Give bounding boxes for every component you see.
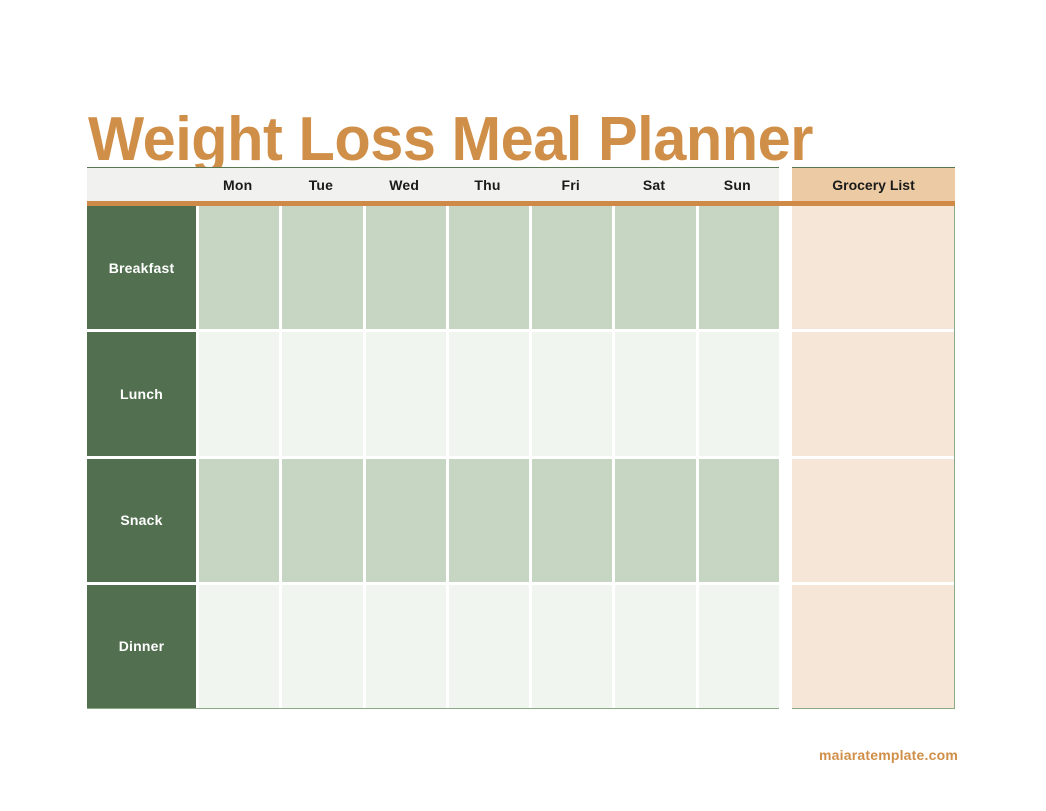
grocery-cell-4[interactable]	[792, 584, 954, 708]
row-label-dinner: Dinner	[87, 584, 196, 708]
grocery-list-column: Grocery List	[792, 167, 955, 709]
cell-lunch-sat[interactable]	[615, 332, 696, 456]
row-label-lunch: Lunch	[87, 332, 196, 456]
row-label-breakfast: Breakfast	[87, 206, 196, 330]
cell-lunch-fri[interactable]	[532, 332, 613, 456]
cell-snack-fri[interactable]	[532, 458, 613, 582]
cell-breakfast-wed[interactable]	[365, 206, 446, 330]
row-cells-breakfast	[199, 206, 779, 330]
day-header-sat: Sat	[642, 176, 666, 193]
cell-dinner-mon[interactable]	[199, 584, 280, 708]
day-header-sun: Sun	[723, 176, 751, 193]
cell-lunch-mon[interactable]	[199, 332, 280, 456]
table-body: Breakfast Lunch Snack Dinner	[87, 206, 779, 709]
cell-lunch-wed[interactable]	[365, 332, 446, 456]
cell-dinner-thu[interactable]	[448, 584, 530, 708]
day-header-group: Mon Tue Wed Thu Fri Sat Sun	[196, 168, 779, 201]
cell-breakfast-thu[interactable]	[448, 206, 530, 330]
footer-credit: maiaratemplate.com	[819, 747, 958, 763]
cell-breakfast-tue[interactable]	[282, 206, 363, 330]
day-header-wed: Wed	[389, 176, 420, 193]
page-title: Weight Loss Meal Planner	[88, 104, 813, 174]
row-cells-snack	[199, 458, 779, 582]
cell-dinner-sun[interactable]	[698, 584, 779, 708]
cell-lunch-sun[interactable]	[698, 332, 779, 456]
table-row-snack: Snack	[87, 458, 779, 582]
cell-snack-sat[interactable]	[615, 458, 696, 582]
header-corner-cell	[87, 168, 196, 201]
cell-dinner-tue[interactable]	[282, 584, 363, 708]
grocery-list-body	[792, 206, 955, 709]
cell-snack-mon[interactable]	[199, 458, 280, 582]
cell-dinner-fri[interactable]	[532, 584, 613, 708]
cell-breakfast-sat[interactable]	[615, 206, 696, 330]
grocery-cell-3[interactable]	[792, 458, 954, 582]
day-header-mon: Mon	[222, 176, 253, 193]
row-cells-dinner	[199, 584, 779, 708]
grocery-cell-1[interactable]	[792, 206, 954, 330]
cell-dinner-sat[interactable]	[615, 584, 696, 708]
cell-snack-sun[interactable]	[698, 458, 779, 582]
cell-breakfast-fri[interactable]	[532, 206, 613, 330]
table-row-breakfast: Breakfast	[87, 206, 779, 330]
table-row-lunch: Lunch	[87, 332, 779, 456]
cell-breakfast-mon[interactable]	[199, 206, 280, 330]
day-header-thu: Thu	[474, 176, 501, 193]
table-row-dinner: Dinner	[87, 584, 779, 708]
weekly-schedule-table: Mon Tue Wed Thu Fri Sat Sun Breakfast Lu…	[87, 167, 779, 709]
cell-lunch-tue[interactable]	[282, 332, 363, 456]
cell-snack-thu[interactable]	[448, 458, 530, 582]
grocery-list-header: Grocery List	[792, 167, 955, 201]
cell-breakfast-sun[interactable]	[698, 206, 779, 330]
day-header-tue: Tue	[308, 176, 334, 193]
table-header-row: Mon Tue Wed Thu Fri Sat Sun	[87, 167, 779, 201]
day-header-fri: Fri	[561, 176, 581, 193]
row-label-snack: Snack	[87, 458, 196, 582]
cell-dinner-wed[interactable]	[365, 584, 446, 708]
meal-planner-grid: Mon Tue Wed Thu Fri Sat Sun Breakfast Lu…	[87, 167, 955, 709]
cell-snack-wed[interactable]	[365, 458, 446, 582]
cell-lunch-thu[interactable]	[448, 332, 530, 456]
grocery-cell-2[interactable]	[792, 332, 954, 456]
cell-snack-tue[interactable]	[282, 458, 363, 582]
row-cells-lunch	[199, 332, 779, 456]
